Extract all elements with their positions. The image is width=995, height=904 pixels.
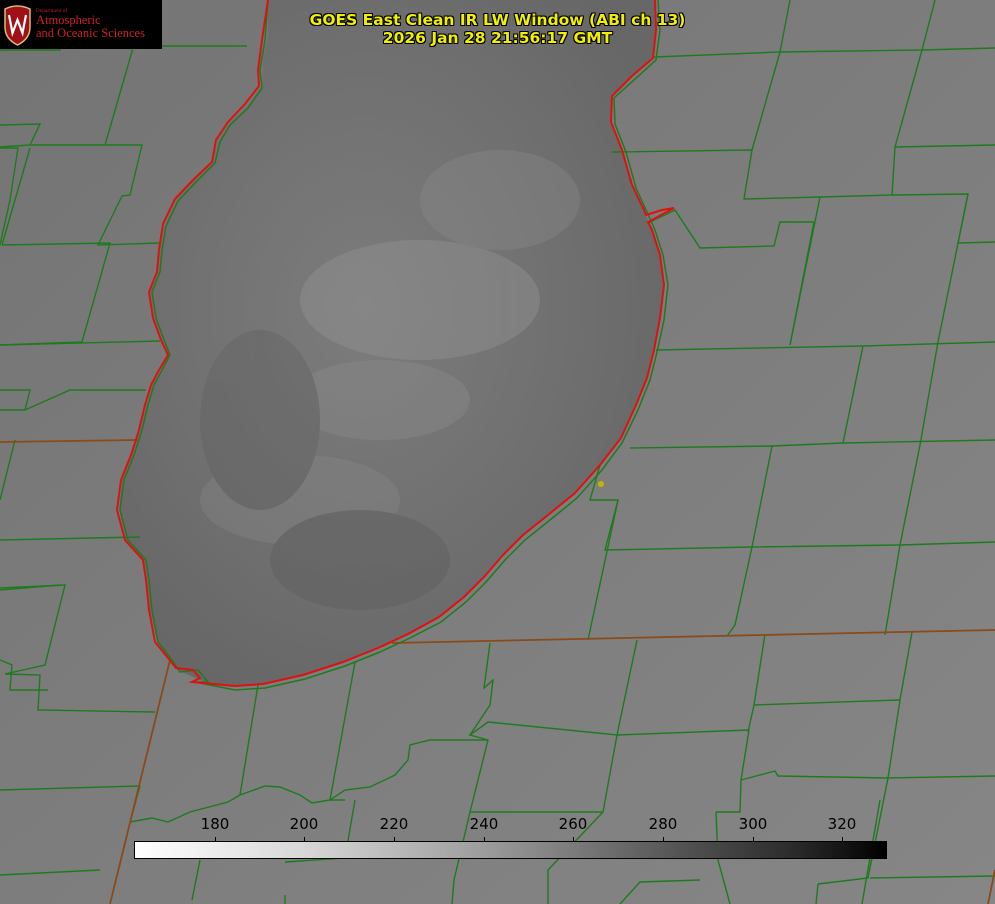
title-product: GOES East Clean IR LW Window (ABI ch 13): [309, 11, 686, 29]
colorbar-tick: [394, 837, 395, 842]
colorbar-tick-label: 180: [200, 815, 230, 833]
colorbar-tick: [842, 837, 843, 842]
colorbar-tick-label: 240: [469, 815, 499, 833]
colorbar-tick: [304, 837, 305, 842]
colorbar-tick: [484, 837, 485, 842]
title-timestamp: 2026 Jan 28 21:56:17 GMT: [382, 29, 613, 47]
image-title: GOES East Clean IR LW Window (ABI ch 13)…: [0, 11, 995, 47]
colorbar-tick-label: 220: [379, 815, 409, 833]
colorbar-tick-label: 320: [827, 815, 857, 833]
colorbar-gradient: [134, 841, 887, 859]
colorbar-tick: [215, 837, 216, 842]
colorbar-tick: [573, 837, 574, 842]
colorbar-tick-label: 260: [558, 815, 588, 833]
colorbar-tick-label: 300: [738, 815, 768, 833]
colorbar-tick: [753, 837, 754, 842]
location-marker: [598, 481, 604, 487]
satellite-viewport: Department of Atmospheric and Oceanic Sc…: [0, 0, 995, 904]
colorbar-tick-label: 280: [648, 815, 678, 833]
colorbar-tick-label: 200: [289, 815, 319, 833]
map-canvas: [0, 0, 995, 904]
temperature-colorbar: 180 200 220 240 260 280 300 320: [134, 812, 887, 860]
colorbar-tick: [663, 837, 664, 842]
